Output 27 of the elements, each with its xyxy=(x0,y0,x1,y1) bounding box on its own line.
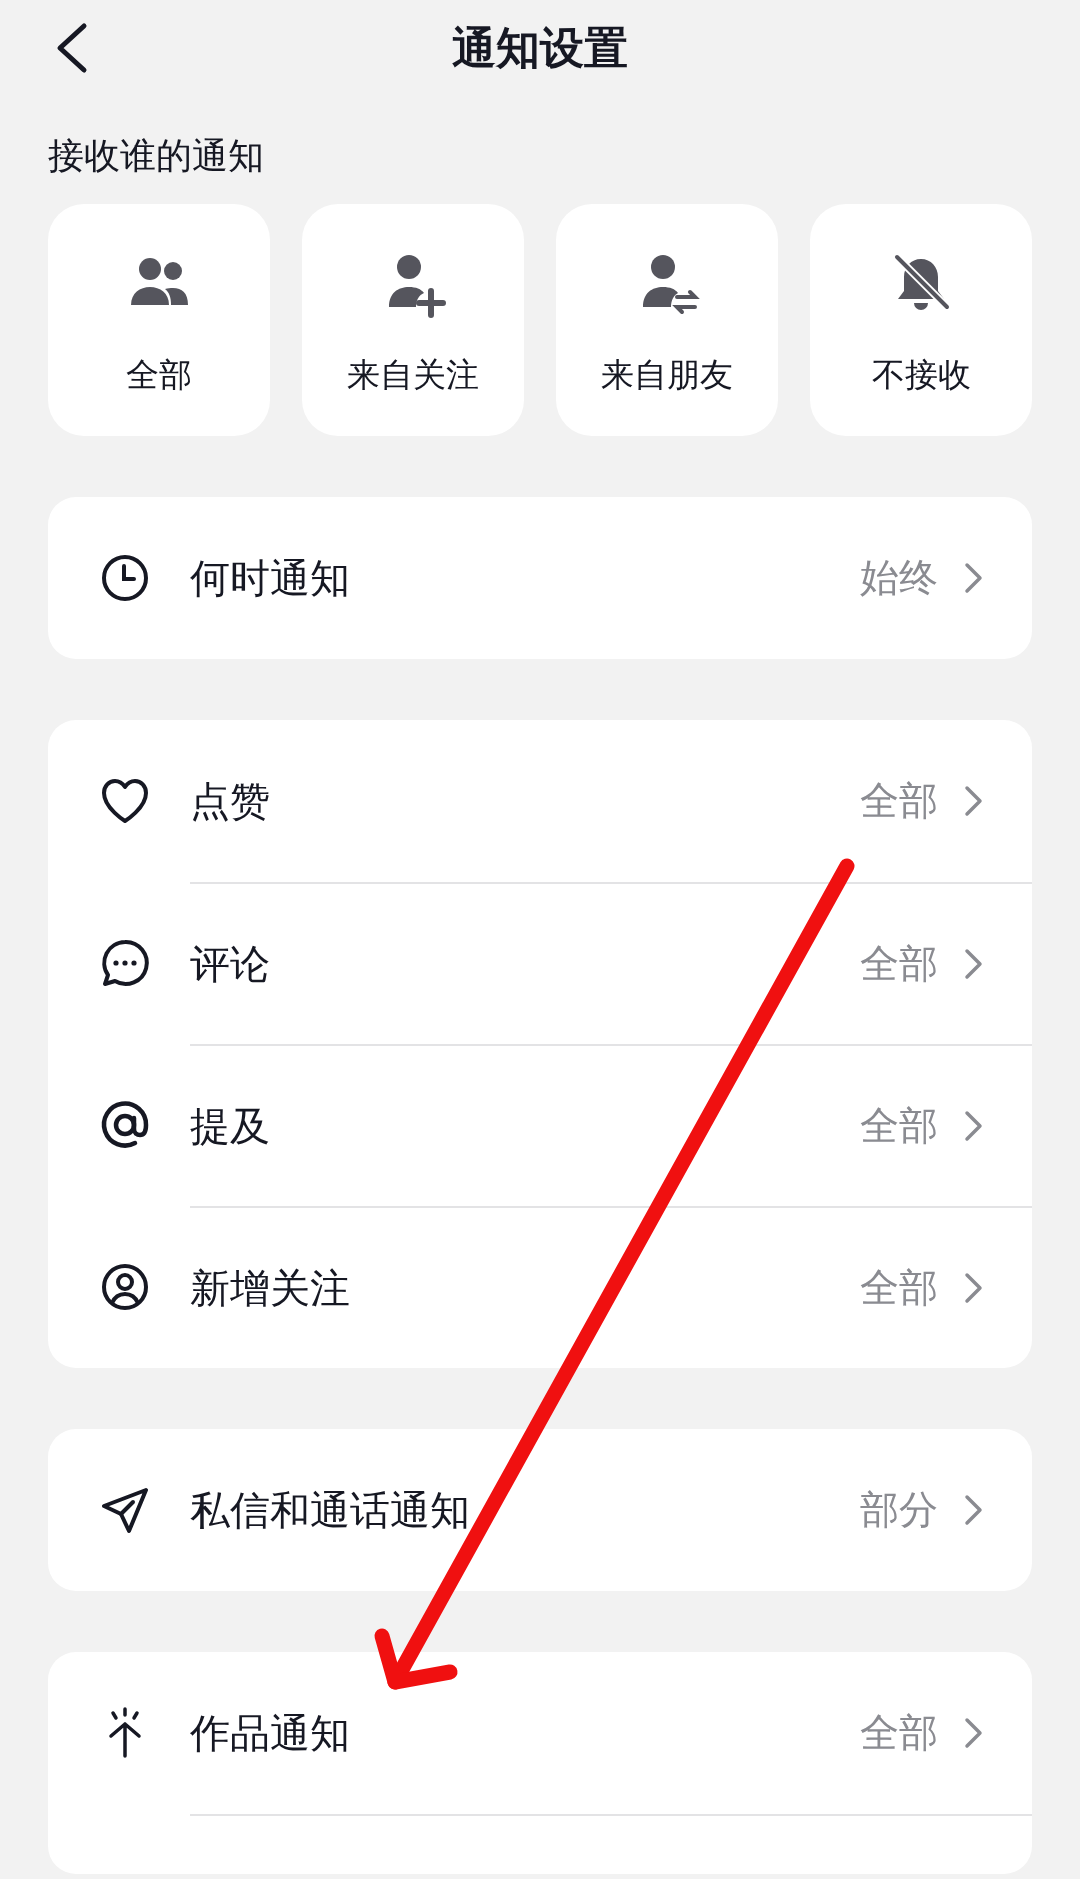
settings-row[interactable]: 点赞 全部 xyxy=(48,720,1032,882)
row-value: 全部 xyxy=(860,1263,938,1312)
page-title: 通知设置 xyxy=(452,22,628,73)
settings-row[interactable]: 私信和通话通知 部分 xyxy=(48,1429,1032,1591)
settings-row[interactable]: 新增关注 全部 xyxy=(48,1206,1032,1368)
notification-source-option[interactable]: 不接收 xyxy=(810,204,1032,436)
section-heading: 接收谁的通知 xyxy=(48,134,265,178)
settings-row[interactable]: 评论 全部 xyxy=(48,882,1032,1044)
row-label: 新增关注 xyxy=(190,1264,351,1313)
notification-source-option[interactable]: 全部 xyxy=(48,204,270,436)
notification-source-option[interactable]: 来自朋友 xyxy=(556,204,778,436)
row-label: 何时通知 xyxy=(190,554,351,603)
row-label: 点赞 xyxy=(190,777,271,826)
settings-row[interactable]: 提及 全部 xyxy=(48,1044,1032,1206)
row-value: 全部 xyxy=(860,776,938,825)
row-value: 部分 xyxy=(860,1485,938,1534)
settings-row[interactable]: 作品通知 全部 xyxy=(48,1652,1032,1814)
row-label: 作品通知 xyxy=(190,1709,351,1758)
row-value: 始终 xyxy=(860,553,938,602)
row-label: 评论 xyxy=(190,940,271,989)
notification-source-option[interactable]: 来自关注 xyxy=(302,204,524,436)
row-value: 全部 xyxy=(860,1101,938,1150)
row-value: 全部 xyxy=(860,1708,938,1757)
row-value: 全部 xyxy=(860,939,938,988)
settings-row[interactable]: 何时通知 始终 xyxy=(48,497,1032,659)
row-label: 私信和通话通知 xyxy=(190,1486,471,1535)
row-label: 提及 xyxy=(190,1102,271,1151)
